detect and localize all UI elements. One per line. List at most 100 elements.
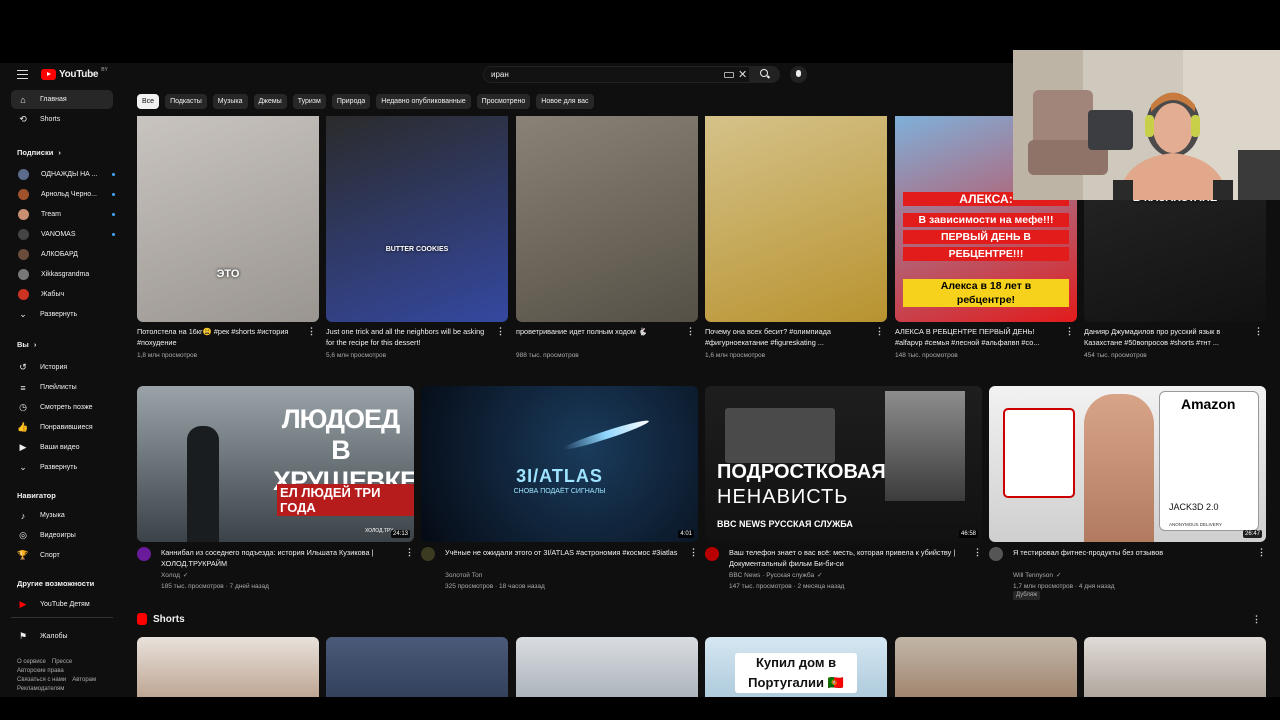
- sidebar-item-nav-0[interactable]: ♪ Музыка: [11, 506, 113, 525]
- short-thumbnail[interactable]: [137, 637, 319, 697]
- video-thumbnail[interactable]: Amazon JACK3D 2.0 ANONYMOUS DELIVERY 26:47: [989, 386, 1266, 542]
- channel-name-row[interactable]: Холод ✓: [161, 570, 188, 581]
- chip-4[interactable]: Туризм: [292, 94, 326, 109]
- short-thumbnail[interactable]: [705, 116, 887, 322]
- short-title[interactable]: Потолстела на 16кг😩 #рек #shorts #истори…: [137, 326, 303, 348]
- sidebar-item-you-5[interactable]: ⌄ Развернуть: [11, 458, 113, 477]
- short-title[interactable]: Данияр Джумадилов про русский язык в Каз…: [1084, 326, 1250, 348]
- short-thumbnail[interactable]: Купил дом в Португалии 🇵🇹: [705, 637, 887, 697]
- short-thumbnail[interactable]: [326, 637, 508, 697]
- sidebar-item-shorts[interactable]: ⟲ Shorts: [11, 110, 113, 129]
- video-card[interactable]: ЛЮДОЕД В ХРУЩЕВКЕ ЕЛ ЛЮДЕЙ ТРИ ГОДА ХОЛОД.…: [137, 386, 414, 596]
- sidebar-expand-subs[interactable]: ⌄ Развернуть: [11, 305, 113, 324]
- chip-2[interactable]: Музыка: [212, 94, 248, 109]
- chip-8[interactable]: Новое для вас: [536, 94, 594, 109]
- sidebar-item-you-1[interactable]: ≡ Плейлисты: [11, 378, 113, 397]
- short-title[interactable]: АЛЕКСА В РЕБЦЕНТРЕ ПЕРВЫЙ ДЕНЬ! #alfapvp…: [895, 326, 1061, 348]
- chip-1[interactable]: Подкасты: [165, 94, 207, 109]
- more-options-icon[interactable]: ⋮: [1254, 326, 1263, 337]
- short-thumbnail[interactable]: ЭТО: [137, 116, 319, 322]
- more-options-icon[interactable]: ⋮: [686, 326, 695, 337]
- channel-avatar[interactable]: [705, 547, 719, 561]
- chip-5[interactable]: Природа: [331, 94, 371, 109]
- short-thumbnail[interactable]: [1084, 637, 1266, 697]
- sidebar-item-you-3[interactable]: 👍 Понравившиеся: [11, 418, 113, 437]
- more-options-icon[interactable]: ⋮: [307, 326, 316, 337]
- sidebar-item-you-0[interactable]: ↺ История: [11, 358, 113, 377]
- more-options-icon[interactable]: ⋮: [1252, 614, 1261, 625]
- video-thumbnail[interactable]: ЛЮДОЕД В ХРУЩЕВКЕ ЕЛ ЛЮДЕЙ ТРИ ГОДА ХОЛОД.…: [137, 386, 414, 542]
- sidebar-subscription[interactable]: Жабыч: [11, 285, 113, 304]
- sidebar-item-nav-1[interactable]: ◎ Видеоигры: [11, 526, 113, 545]
- footer-link[interactable]: Авторам: [72, 676, 96, 685]
- sidebar-item-youtube-kids[interactable]: ▶ YouTube Детям: [11, 595, 113, 614]
- channel-avatar[interactable]: [137, 547, 151, 561]
- menu-icon[interactable]: [17, 70, 28, 79]
- video-thumbnail[interactable]: 3I/ATLAS СНОВА ПОДАЁТ СИГНАЛЫ 4:01: [421, 386, 698, 542]
- short-card[interactable]: Купил дом в Португалии 🇵🇹: [705, 637, 887, 697]
- search-input[interactable]: иран ✕: [483, 66, 750, 83]
- sidebar-item-reports[interactable]: ⚑ Жалобы: [11, 627, 113, 646]
- channel-name-row[interactable]: Золотой Топ: [445, 570, 482, 581]
- short-title[interactable]: Почему она всех бесит? #олимпиада #фигур…: [705, 326, 871, 348]
- video-thumbnail[interactable]: ПОДРОСТКОВАЯ НЕНАВИСТЬ BBC NEWS РУССКАЯ СЛ…: [705, 386, 982, 542]
- short-thumbnail[interactable]: BUTTER COOKIES: [326, 116, 508, 322]
- video-card[interactable]: Amazon JACK3D 2.0 ANONYMOUS DELIVERY 26:47 Я…: [989, 386, 1266, 600]
- short-card[interactable]: [1084, 637, 1266, 697]
- more-options-icon[interactable]: ⋮: [973, 547, 982, 558]
- video-card[interactable]: ПОДРОСТКОВАЯ НЕНАВИСТЬ BBC NEWS РУССКАЯ СЛ…: [705, 386, 982, 596]
- more-options-icon[interactable]: ⋮: [875, 326, 884, 337]
- channel-avatar[interactable]: [421, 547, 435, 561]
- clear-search-icon[interactable]: ✕: [738, 68, 747, 81]
- short-card[interactable]: [326, 637, 508, 697]
- sidebar-subscription[interactable]: VANOMAS: [11, 225, 115, 244]
- keyboard-icon[interactable]: [724, 72, 734, 78]
- search-button[interactable]: [750, 66, 780, 83]
- sidebar-item-you-2[interactable]: ◷ Смотреть позже: [11, 398, 113, 417]
- short-card[interactable]: [137, 637, 319, 697]
- youtube-logo[interactable]: YouTube BY: [41, 67, 108, 80]
- video-title[interactable]: Ваш телефон знает о вас всё: месть, кото…: [729, 547, 969, 569]
- sidebar-item-nav-2[interactable]: 🏆 Спорт: [11, 546, 113, 565]
- video-title[interactable]: Учёные не ожидали этого от 3I/ATLAS #аст…: [445, 547, 685, 569]
- footer-link[interactable]: Рекламодателям: [17, 685, 64, 694]
- channel-name-row[interactable]: Will Tennyson ✓: [1013, 570, 1061, 581]
- video-card[interactable]: 3I/ATLAS СНОВА ПОДАЁТ СИГНАЛЫ 4:01 Учёные н…: [421, 386, 698, 596]
- short-thumbnail[interactable]: [516, 116, 698, 322]
- more-options-icon[interactable]: ⋮: [1065, 326, 1074, 337]
- short-card[interactable]: проветривание идет полным ходом 🐇 988 тыс…: [516, 116, 698, 366]
- short-title[interactable]: проветривание идет полным ходом 🐇: [516, 326, 682, 348]
- short-thumbnail[interactable]: [516, 637, 698, 697]
- video-title[interactable]: Каннибал из соседнего подъезда: история …: [161, 547, 401, 569]
- video-title[interactable]: Я тестировал фитнес-продукты без отзывов: [1013, 547, 1253, 569]
- sidebar-subscription[interactable]: АЛКОБАРД: [11, 245, 113, 264]
- more-options-icon[interactable]: ⋮: [496, 326, 505, 337]
- sidebar-item-home[interactable]: ⌂ Главная: [11, 90, 113, 109]
- sidebar-subscription[interactable]: Tream: [11, 205, 115, 224]
- footer-link[interactable]: Авторские права: [17, 667, 64, 676]
- short-card[interactable]: BUTTER COOKIES Just one trick and all the…: [326, 116, 508, 366]
- voice-search-icon[interactable]: [790, 66, 807, 83]
- chip-3[interactable]: Джемы: [253, 94, 287, 109]
- footer-link[interactable]: Прессе: [52, 658, 72, 667]
- chip-0[interactable]: Все: [137, 94, 160, 109]
- channel-avatar[interactable]: [989, 547, 1003, 561]
- channel-name-row[interactable]: BBC News · Русская служба ✓: [729, 570, 823, 581]
- footer-link[interactable]: О сервисе: [17, 658, 46, 667]
- subscriptions-header[interactable]: Подписки ›: [17, 148, 61, 157]
- sidebar-subscription[interactable]: ОДНАЖДЫ НА ...: [11, 165, 115, 184]
- short-title[interactable]: Just one trick and all the neighbors wil…: [326, 326, 492, 348]
- short-card[interactable]: [516, 637, 698, 697]
- more-options-icon[interactable]: ⋮: [405, 547, 414, 558]
- chip-7[interactable]: Просмотрено: [476, 94, 531, 109]
- sidebar-subscription[interactable]: Xikkasgrandma: [11, 265, 113, 284]
- short-card[interactable]: [895, 637, 1077, 697]
- more-options-icon[interactable]: ⋮: [1257, 547, 1266, 558]
- sidebar-subscription[interactable]: Арнольд Черно...: [11, 185, 115, 204]
- sidebar-item-you-4[interactable]: ▶ Ваши видео: [11, 438, 113, 457]
- short-card[interactable]: Почему она всех бесит? #олимпиада #фигур…: [705, 116, 887, 366]
- short-thumbnail[interactable]: [895, 637, 1077, 697]
- chip-6[interactable]: Недавно опубликованные: [376, 94, 471, 109]
- footer-link[interactable]: Связаться с нами: [17, 676, 66, 685]
- you-header[interactable]: Вы ›: [17, 340, 36, 349]
